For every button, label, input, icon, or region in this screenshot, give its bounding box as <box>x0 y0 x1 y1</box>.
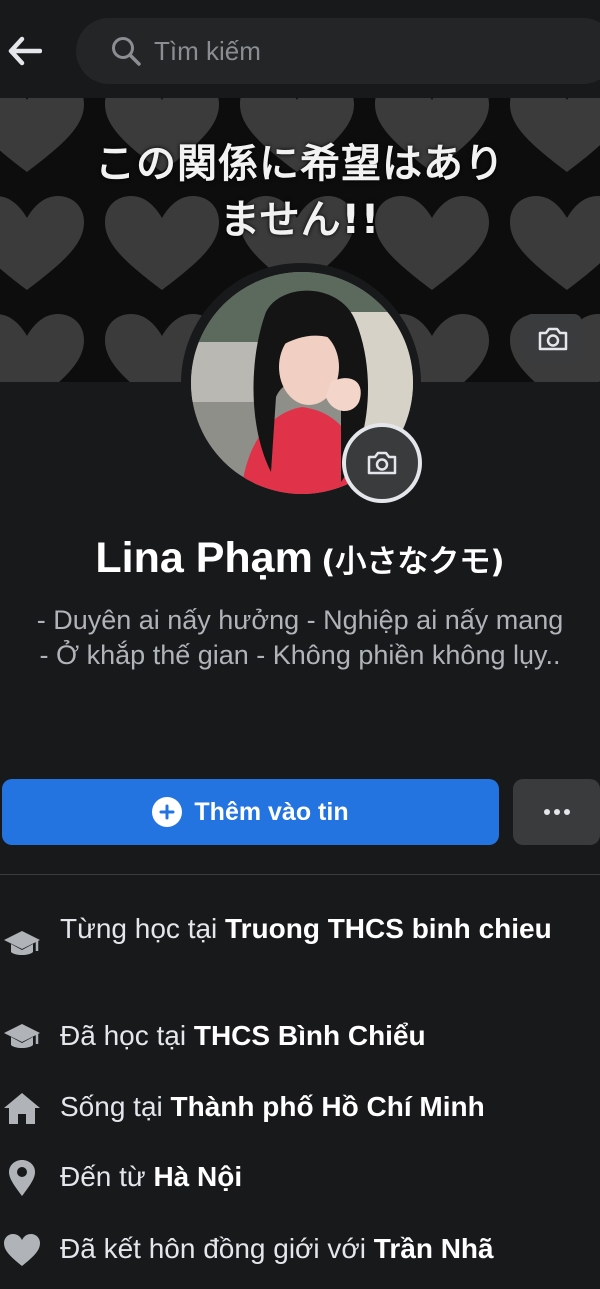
cover-caption: この関係に希望はあり ません!! <box>95 141 505 243</box>
add-to-story-button[interactable]: Thêm vào tin <box>2 779 499 845</box>
profile-bio: - Duyên ai nấy hưởng - Nghiệp ai nấy man… <box>30 603 570 673</box>
more-options-button[interactable] <box>513 779 600 845</box>
profile-name: Lina Phạm <box>95 534 313 582</box>
back-arrow-icon[interactable] <box>4 30 46 72</box>
graduation-cap-icon <box>2 924 42 964</box>
search-bar[interactable] <box>76 18 600 84</box>
profile-name-row: Lina Phạm (小さなクモ) <box>0 534 600 583</box>
profile-nickname: (小さなクモ) <box>321 544 505 580</box>
detail-text: Đến từ Hà Nội <box>60 1161 243 1192</box>
detail-text: Sống tại Thành phố Hồ Chí Minh <box>60 1091 485 1122</box>
heart-icon <box>2 1230 42 1270</box>
bio-line: - Duyên ai nấy hưởng - Nghiệp ai nấy man… <box>36 605 564 635</box>
plus-circle-icon <box>152 797 183 827</box>
section-divider <box>0 874 600 875</box>
search-icon <box>112 37 141 66</box>
detail-text: Đã kết hôn đồng giới với Trần Nhã <box>60 1233 494 1264</box>
profile-camera-icon[interactable] <box>342 423 422 503</box>
cover-camera-icon[interactable] <box>524 314 582 364</box>
home-icon <box>2 1088 42 1128</box>
location-pin-icon <box>2 1158 42 1198</box>
graduation-cap-icon <box>2 1017 42 1057</box>
search-input[interactable] <box>154 35 534 67</box>
top-bar <box>0 0 600 98</box>
detail-text: Từng học tại Truong THCS binh chieu <box>60 913 552 944</box>
detail-text: Đã học tại THCS Bình Chiểu <box>60 1020 426 1051</box>
more-dots-icon <box>543 809 570 815</box>
add-to-story-label: Thêm vào tin <box>194 797 349 826</box>
bio-line: - Ở khắp thế gian - Không phiền không lụ… <box>39 640 561 670</box>
